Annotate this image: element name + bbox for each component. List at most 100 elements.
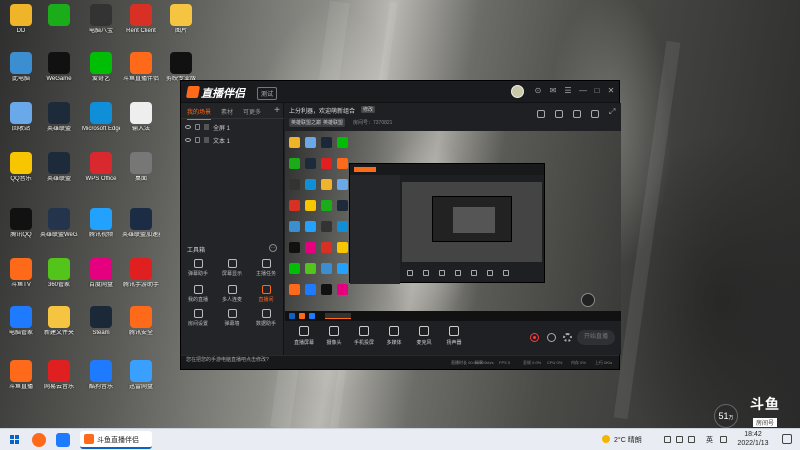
message-icon[interactable]: ⊙ [533, 86, 543, 96]
desktop-shortcut[interactable]: 剪映专业版 [162, 52, 200, 83]
desktop-shortcut[interactable]: 电脑八宝 [82, 4, 120, 35]
bell-icon[interactable] [591, 110, 599, 118]
stream-preview[interactable] [285, 131, 621, 321]
toolbox-item[interactable]: 数据助手 [249, 309, 283, 327]
desktop-shortcut[interactable]: 斗鱼TV [2, 258, 40, 289]
desktop-shortcut[interactable]: 爱奇艺 [82, 52, 120, 83]
control-phone[interactable]: 手机投屏 [349, 326, 379, 346]
desktop-shortcut[interactable]: 迅雷网盘 [122, 360, 160, 391]
desktop-shortcut[interactable]: 酷狗音乐 [82, 360, 120, 391]
toolbox-item[interactable]: 屏幕显示 [215, 259, 249, 277]
desktop-shortcut[interactable]: 网易云音乐 [40, 360, 78, 391]
eye-icon[interactable] [185, 125, 191, 129]
weather-text[interactable]: 2°C 晴朗 [614, 435, 642, 445]
toolbox-item[interactable]: 弹幕墙 [215, 309, 249, 327]
desktop-shortcut[interactable]: WeGame [40, 52, 78, 83]
desktop-shortcut[interactable]: 腾讯QQ [2, 208, 40, 239]
share-icon[interactable] [555, 110, 563, 118]
scene-item[interactable]: 文本 1 [185, 136, 277, 147]
desktop-shortcut[interactable]: Microsoft Edge [82, 102, 120, 133]
start-live-button[interactable]: 开始直播 [577, 330, 615, 345]
notification-icon[interactable] [782, 434, 792, 444]
status-metric: 码率 0kb/s [475, 360, 494, 365]
desktop-shortcut[interactable]: 腾讯手游助手 [122, 258, 160, 289]
app-icon [130, 52, 152, 74]
desktop-shortcut[interactable]: 英雄联盟WeGame版 [40, 208, 78, 239]
desktop-shortcut[interactable]: 英雄联盟 [40, 152, 78, 183]
desktop-shortcut[interactable]: 腾讯安全 [122, 306, 160, 337]
input-method-icon[interactable] [720, 436, 727, 443]
lock-icon[interactable] [195, 137, 200, 143]
add-scene-button[interactable]: + [274, 105, 280, 116]
app-logo-icon [185, 86, 201, 98]
tab-more[interactable]: 可更多 [243, 107, 261, 116]
toolbox-item[interactable]: 房间设置 [181, 309, 215, 327]
control-camera[interactable]: 摄像头 [319, 326, 349, 346]
expand-icon[interactable]: ⤢ [609, 107, 615, 117]
browser-taskbar-icon[interactable] [32, 433, 46, 447]
kugou-taskbar-icon[interactable] [56, 433, 70, 447]
tray-chevron-icon[interactable] [664, 436, 671, 443]
tab-materials[interactable]: 素材 [221, 107, 233, 116]
mic-icon [419, 326, 429, 336]
notice-text[interactable]: 您在把您的手游电脑直播吧点击修改? [186, 356, 282, 363]
windows-start-icon[interactable] [10, 435, 20, 445]
control-mic[interactable]: 麦克风 [409, 326, 439, 346]
toolbox-more-button[interactable]: ··· [269, 244, 277, 252]
volume-icon[interactable] [688, 436, 695, 443]
eye-icon[interactable] [185, 138, 191, 142]
desktop-shortcut[interactable]: 新建文件夹 [40, 306, 78, 337]
control-speaker[interactable]: 扬声器 [439, 326, 469, 346]
desktop-shortcut[interactable]: 此电脑 [2, 52, 40, 83]
room-title[interactable]: 上分利器，欢迎萌新组合 [289, 106, 355, 115]
maximize-button[interactable]: □ [592, 86, 602, 96]
gift-icon[interactable] [537, 110, 545, 118]
desktop-shortcut[interactable]: Rent Client [122, 4, 160, 35]
clock[interactable]: 18:42 2022/1/13 [730, 430, 776, 448]
minimize-button[interactable]: — [578, 86, 588, 96]
desktop-shortcut[interactable]: 电脑管家 [2, 306, 40, 337]
desktop-shortcut[interactable]: 腾讯视频 [82, 208, 120, 239]
toolbox-item[interactable]: 主播任务 [249, 259, 283, 277]
desktop-shortcut[interactable]: 英雄联盟 [40, 102, 78, 133]
desktop-shortcut[interactable]: 斗鱼直播伴侣 [122, 52, 160, 83]
tab-scenes[interactable]: 我的场景 [187, 107, 212, 120]
desktop-shortcut[interactable]: 回收站 [2, 102, 40, 133]
lock-icon[interactable] [195, 124, 200, 130]
taskbar-item-live-assistant[interactable]: 斗鱼直播伴侣 [80, 431, 152, 449]
toolbox-item[interactable]: 弹幕助手 [181, 259, 215, 277]
desktop-shortcut[interactable]: Steam [82, 306, 120, 337]
control-screen[interactable]: 直播屏幕 [289, 326, 319, 346]
category-tag[interactable]: 英雄联盟 [321, 118, 346, 127]
user-avatar[interactable] [511, 85, 524, 98]
ime-indicator[interactable]: 英 [706, 435, 713, 445]
desktop-shortcut[interactable]: 360管家 [40, 258, 78, 289]
settings-icon[interactable] [563, 333, 572, 342]
desktop-shortcut[interactable]: 百度网盘 [82, 258, 120, 289]
close-button[interactable]: ✕ [606, 86, 616, 96]
desktop-shortcut[interactable]: DD [2, 4, 40, 35]
desktop-shortcut[interactable] [40, 4, 78, 28]
network-icon[interactable] [676, 436, 683, 443]
toolbox-item[interactable]: 直播间 [249, 285, 283, 303]
edit-title-button[interactable]: 修改 [361, 106, 376, 113]
app-titlebar[interactable]: 直播伴侣 测试 ⊙ ✉ ☰ — □ ✕ [181, 81, 619, 103]
notice-icon[interactable] [573, 110, 581, 118]
scene-item[interactable]: 全屏 1 [185, 123, 277, 134]
desktop-shortcut[interactable]: 桌面 [122, 152, 160, 183]
help-icon[interactable] [547, 333, 556, 342]
desktop-shortcut[interactable]: 英雄联盟加速器 [122, 208, 160, 239]
desktop-shortcut[interactable]: QQ音乐 [2, 152, 40, 183]
toolbox-item[interactable]: 我的直播 [181, 285, 215, 303]
desktop-shortcut[interactable]: 斗鱼直播 [2, 360, 40, 391]
weather-icon[interactable] [602, 435, 610, 443]
toolbox-item[interactable]: 多人连麦 [215, 285, 249, 303]
control-media[interactable]: 多媒体 [379, 326, 409, 346]
category-tag[interactable]: 英雄联盟之巅 [289, 118, 324, 127]
record-icon[interactable] [530, 333, 539, 342]
desktop-shortcut[interactable]: 图片 [162, 4, 200, 35]
desktop-shortcut[interactable]: 输入法 [122, 102, 160, 133]
menu-icon[interactable]: ☰ [563, 86, 573, 96]
mail-icon[interactable]: ✉ [548, 86, 558, 96]
desktop-shortcut[interactable]: WPS Office [82, 152, 120, 183]
